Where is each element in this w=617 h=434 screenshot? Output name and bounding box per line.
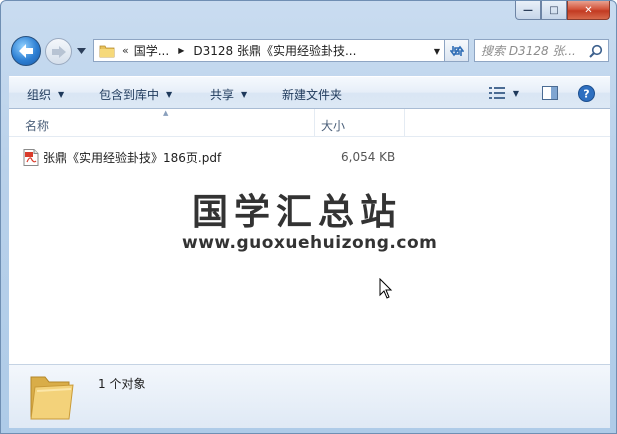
- breadcrumb-item[interactable]: 国学...: [134, 42, 169, 59]
- breadcrumb-item[interactable]: D3128 张鼎《实用经验卦技...: [193, 42, 356, 59]
- watermark-title: 国学汇总站: [192, 192, 403, 233]
- svg-text:?: ?: [583, 87, 589, 100]
- refresh-button[interactable]: [445, 39, 469, 62]
- new-folder-label: 新建文件夹: [282, 88, 343, 102]
- file-row[interactable]: 张鼎《实用经验卦技》186页.pdf 6,054 KB: [23, 147, 603, 167]
- column-header: ▲ 名称 大小: [9, 109, 610, 137]
- include-in-library-button[interactable]: 包含到库中 ▼: [99, 86, 172, 103]
- include-in-library-label: 包含到库中: [99, 88, 160, 102]
- forward-button[interactable]: [45, 38, 72, 65]
- navigation-bar: « 国学... ▶ D3128 张鼎《实用经验卦技... ▼: [9, 33, 610, 69]
- pdf-file-icon: [23, 148, 39, 166]
- chevron-down-icon: ▼: [166, 90, 173, 99]
- chevron-down-icon: ▼: [58, 90, 65, 99]
- search-box[interactable]: [474, 39, 609, 62]
- view-options-icon: [488, 87, 505, 99]
- recent-pages-button[interactable]: [75, 45, 87, 57]
- folder-icon: [30, 376, 74, 420]
- refresh-icon: [449, 45, 464, 56]
- folder-icon: [97, 41, 117, 61]
- caption-buttons: — □ ✕: [515, 1, 610, 21]
- organize-button[interactable]: 组织 ▼: [27, 86, 64, 103]
- item-count: 1 个对象: [98, 377, 146, 391]
- forward-arrow-icon: [51, 45, 66, 58]
- preview-pane-icon: [542, 86, 558, 100]
- column-divider[interactable]: [404, 109, 405, 137]
- file-list-pane[interactable]: ▲ 名称 大小 张鼎《实用经验卦技》186页.pdf 6,054 KB 国学汇总…: [9, 109, 610, 364]
- command-bar: 组织 ▼ 包含到库中 ▼ 共享 ▼ 新建文件夹 ▼ ?: [9, 76, 610, 109]
- details-pane: 1 个对象: [9, 364, 610, 428]
- chevron-down-icon: [76, 48, 86, 54]
- help-icon: ?: [577, 84, 595, 102]
- new-folder-button[interactable]: 新建文件夹: [282, 86, 342, 103]
- explorer-window: — □ ✕ « 国学... ▶ D3128 张鼎《实用经验卦技... ▼ 搜索 …: [0, 0, 617, 434]
- close-button[interactable]: ✕: [567, 1, 610, 20]
- share-label: 共享: [210, 88, 235, 102]
- search-icon[interactable]: [589, 44, 603, 58]
- chevron-down-icon: ▼: [512, 88, 520, 98]
- sort-arrow-icon: ▲: [163, 109, 169, 117]
- help-button[interactable]: ?: [577, 84, 595, 102]
- preview-pane-button[interactable]: [541, 84, 559, 102]
- file-name: 张鼎《实用经验卦技》186页.pdf: [43, 150, 222, 165]
- column-name[interactable]: 名称: [25, 117, 49, 134]
- view-options-button[interactable]: ▼: [486, 84, 522, 102]
- watermark-url: www.guoxuehuizong.com: [182, 233, 438, 253]
- address-overflow[interactable]: «: [122, 44, 129, 57]
- mouse-cursor-icon: [379, 278, 393, 299]
- column-divider[interactable]: [314, 109, 315, 137]
- back-button[interactable]: [11, 36, 41, 66]
- organize-label: 组织: [27, 88, 52, 102]
- search-input[interactable]: [481, 40, 589, 61]
- address-dropdown-icon[interactable]: ▼: [434, 47, 440, 56]
- address-bar[interactable]: « 国学... ▶ D3128 张鼎《实用经验卦技... ▼: [93, 39, 445, 62]
- chevron-down-icon: ▼: [241, 90, 248, 99]
- share-button[interactable]: 共享 ▼: [210, 86, 247, 103]
- file-size: 6,054 KB: [341, 150, 396, 164]
- maximize-button[interactable]: □: [541, 1, 567, 20]
- column-size[interactable]: 大小: [321, 117, 345, 134]
- minimize-button[interactable]: —: [515, 1, 541, 20]
- breadcrumb-arrow-icon[interactable]: ▶: [178, 46, 184, 55]
- back-arrow-icon: [19, 44, 33, 58]
